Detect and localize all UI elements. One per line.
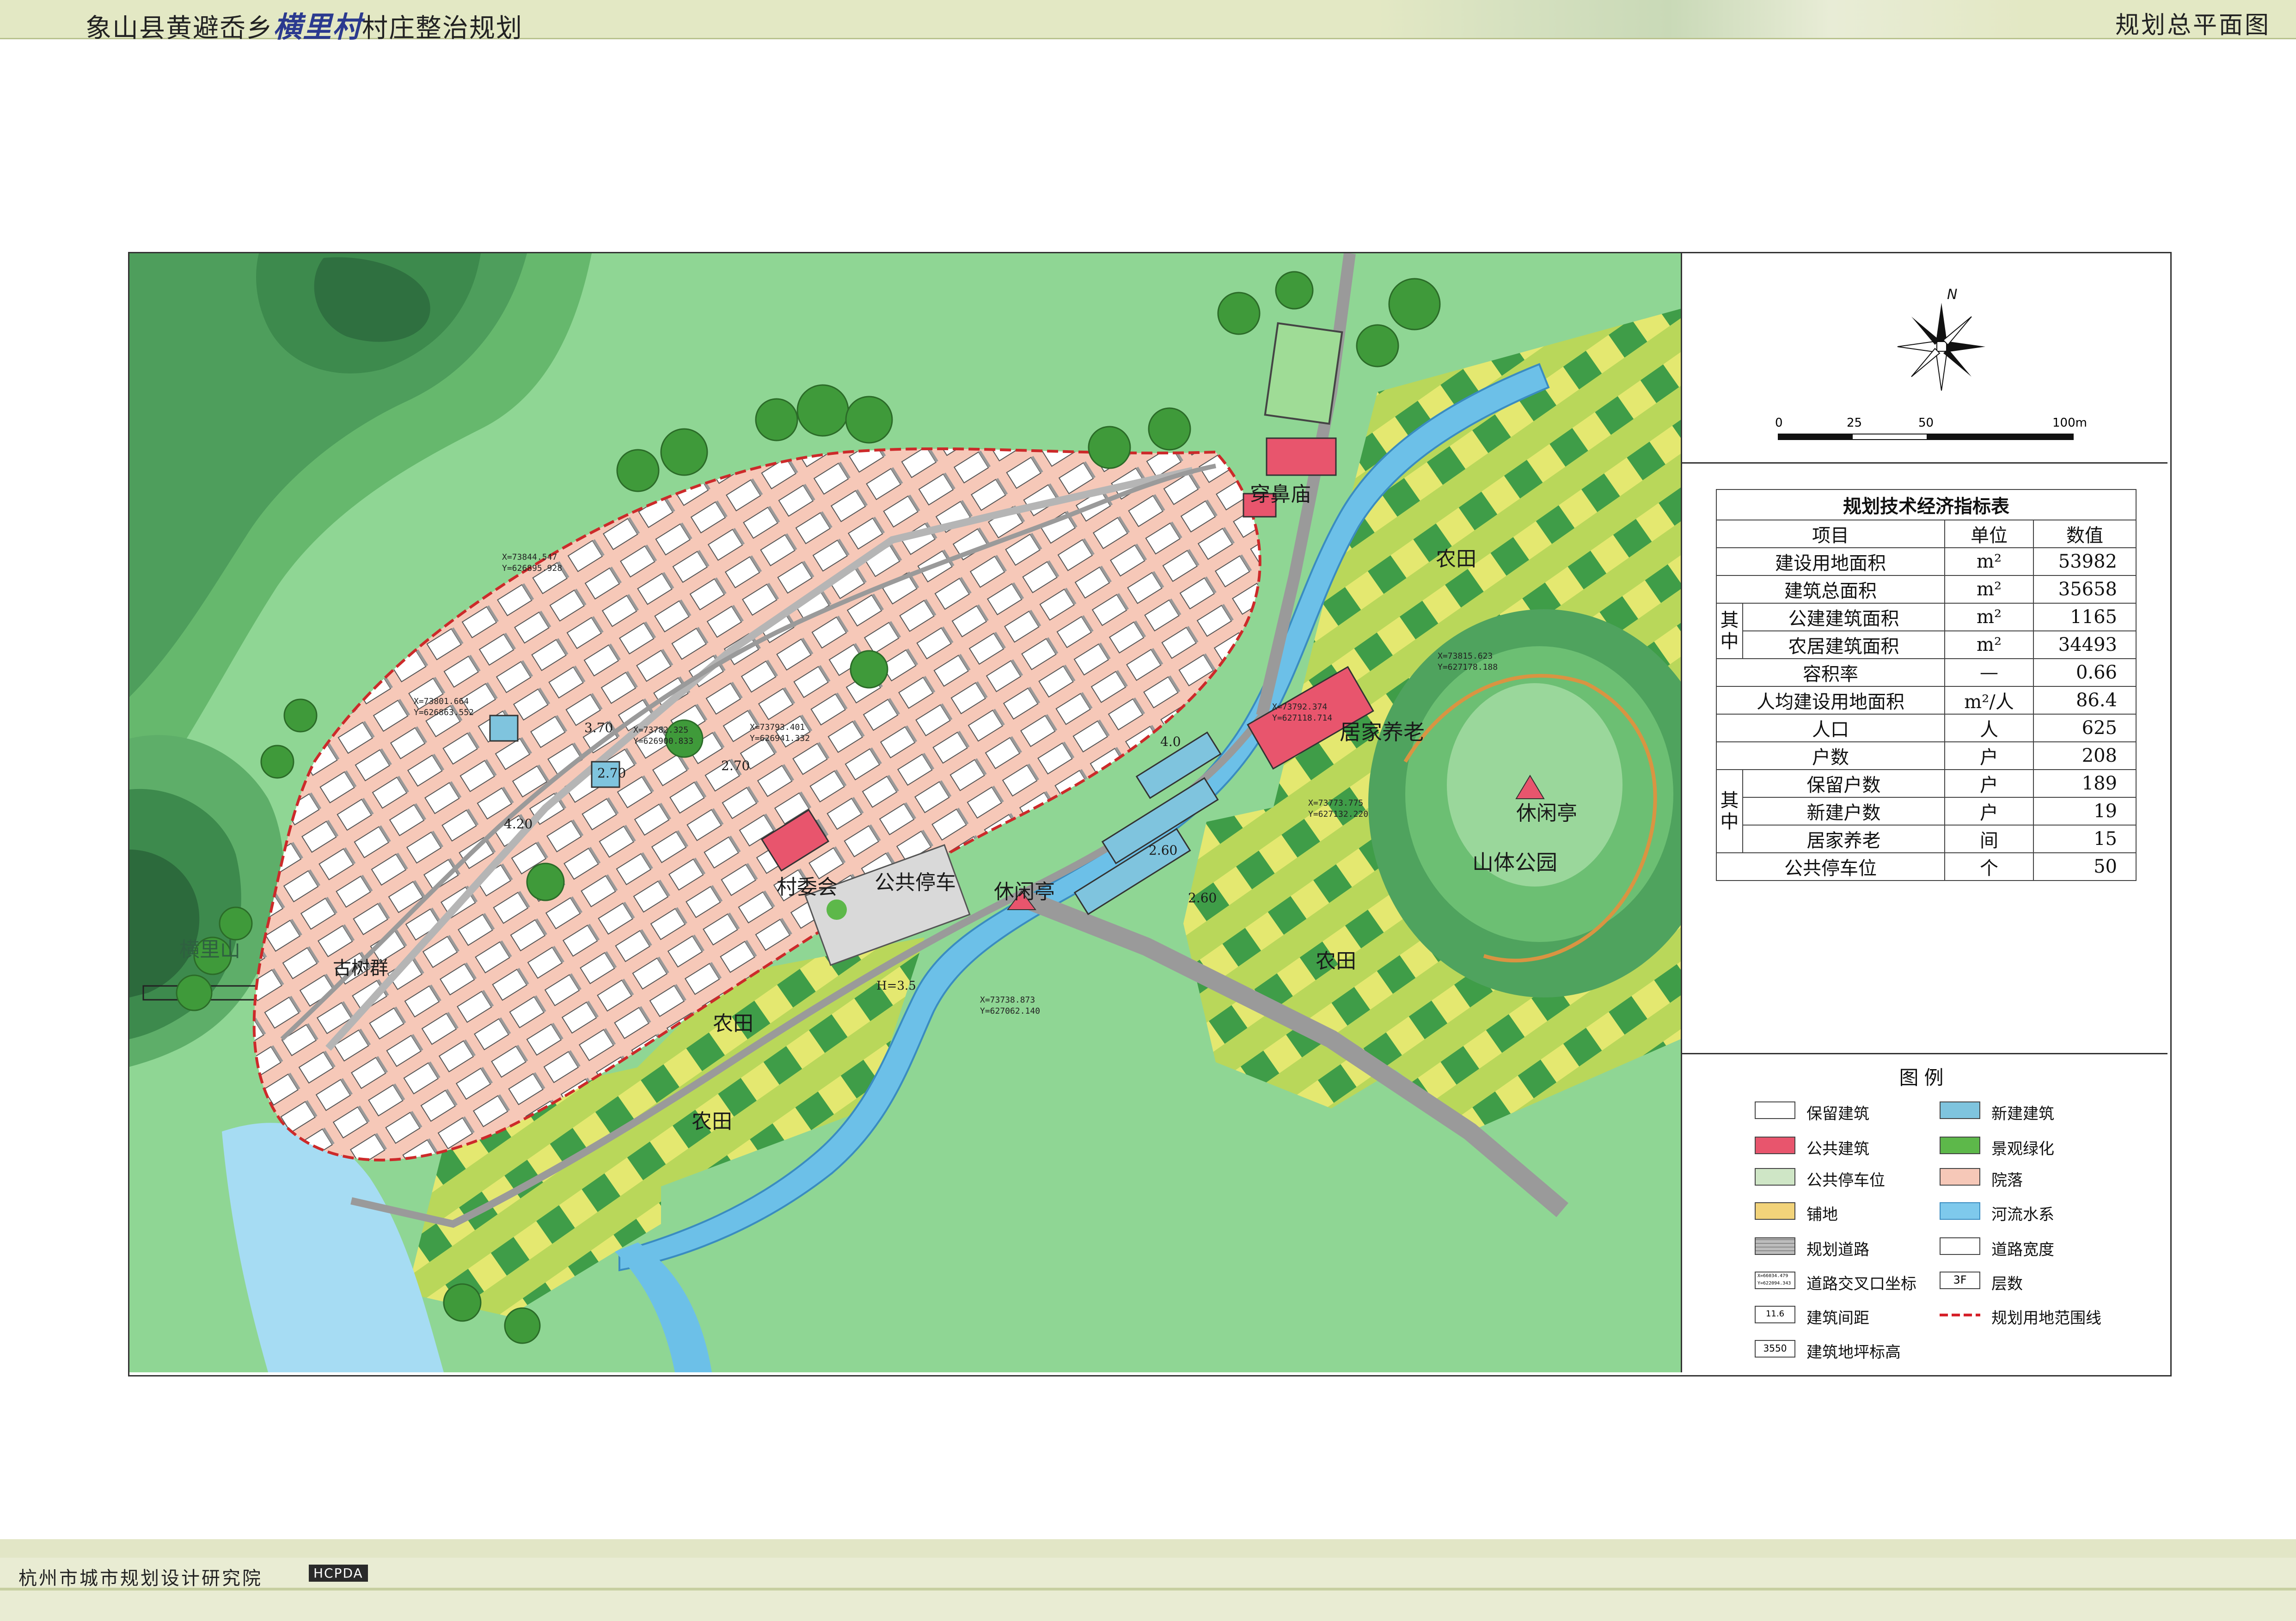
legend: 图例 保留建筑 新建建筑 公共建筑 景观绿化 公共停车位 院落 铺地 河流水系 … xyxy=(1681,1053,2167,1372)
coord-6: X=73792.374 Y=627118.714 xyxy=(1272,702,1333,723)
table-row: 公共停车位个 50 xyxy=(1716,852,2137,881)
table-row: 居家养老间 15 xyxy=(1716,825,2137,853)
sports-field xyxy=(1264,322,1343,425)
label-elderly-care: 居家养老 xyxy=(1340,720,1425,745)
footer-line xyxy=(0,1588,2296,1590)
plaza-tree xyxy=(827,899,847,920)
label-temple: 穿鼻庙 xyxy=(1250,483,1311,506)
coord-8: X=73738.873 Y=627062.140 xyxy=(980,995,1041,1016)
coord-4: X=73793.401 Y=626941.332 xyxy=(750,722,810,743)
table-row: 户数户 208 xyxy=(1716,741,2137,770)
col-item: 项目 xyxy=(1716,520,1945,548)
table-row: 新建户数户 19 xyxy=(1716,797,2137,826)
label-pavilion-2: 休闲亭 xyxy=(1516,801,1577,825)
table-row: 人口人 625 xyxy=(1716,714,2137,742)
table-row: 其中 公建建筑面积 m² 1165 xyxy=(1716,603,2137,659)
site-plan-map: 横里山 古树群 村委会 公共停车 休闲亭 穿鼻庙 居家养老 休闲亭 山体公园 农… xyxy=(129,253,1681,1372)
table-row: 其中 保留户数户 189 xyxy=(1716,769,2137,853)
table-row: 农居建筑面积 m² 34493 xyxy=(1716,630,2137,659)
coord-1: X=73844.547 Y=626895.928 xyxy=(502,552,563,573)
coord-5: X=73815.623 Y=627178.188 xyxy=(1438,651,1498,672)
compass-north-label: N xyxy=(1947,287,1958,303)
group-label-2: 其中 xyxy=(1716,769,1743,853)
drawing-title: 象山县黄避岙乡横里村村庄整治规划 xyxy=(86,4,523,45)
title-prefix: 象山县黄避岙乡 xyxy=(86,13,273,43)
sheet-name: 规划总平面图 xyxy=(2115,12,2271,39)
footer-bar: 杭州市城市规划设计研究院 HCPDA xyxy=(0,1539,2296,1621)
label-village-committee: 村委会 xyxy=(777,875,838,899)
legend-title: 图例 xyxy=(1899,1066,1949,1089)
scale-tick-100: 100m xyxy=(2052,416,2087,430)
label-farmland-1: 农田 xyxy=(1436,547,1476,571)
sheet-name-box: 规划总平面图 xyxy=(2025,0,2296,39)
label-ancient-trees: 古树群 xyxy=(333,958,388,979)
label-mountain-park: 山体公园 xyxy=(1472,850,1557,875)
title-suffix: 村庄整治规划 xyxy=(362,13,523,43)
col-unit: 单位 xyxy=(1944,520,2034,548)
footer-band xyxy=(0,1539,2296,1558)
title-village: 横里村 xyxy=(273,10,362,44)
table-row: 人均建设用地面积 m²/人 86.4 xyxy=(1716,686,2137,715)
label-henglishan: 横里山 xyxy=(179,938,240,961)
panel-divider-1 xyxy=(1681,462,2167,464)
label-public-parking: 公共停车 xyxy=(875,871,956,894)
label-bridge: H=3.5 xyxy=(876,979,916,993)
temple-building xyxy=(1266,437,1337,476)
coord-7: X=73773.775 Y=627132.220 xyxy=(1308,798,1369,819)
coord-3: X=73782.325 Y=626900.833 xyxy=(633,725,694,746)
label-road-width-4: 3.70 xyxy=(584,720,613,735)
header-bar: 象山县黄避岙乡横里村村庄整治规划 规划总平面图 xyxy=(0,0,2296,44)
scale-tick-25: 25 xyxy=(1847,416,1862,430)
organization-logo: HCPDA xyxy=(309,1565,368,1582)
label-farmland-4: 农田 xyxy=(692,1110,732,1133)
organization-name: 杭州市城市规划设计研究院 xyxy=(18,1568,263,1589)
col-value: 数值 xyxy=(2033,520,2137,548)
new-building-west xyxy=(489,715,519,742)
compass-rose-icon xyxy=(1897,303,1985,391)
label-road-width-3: 2.60 xyxy=(1188,890,1217,905)
label-road-width-2: 2.60 xyxy=(1149,843,1178,858)
site-plan-svg xyxy=(129,253,1681,1372)
label-road-width-5: 2.70 xyxy=(597,765,626,781)
scale-bar: 0 25 50 100m xyxy=(1775,416,2087,453)
coord-2: X=73801.664 Y=626863.552 xyxy=(414,697,474,717)
scale-bar-frame xyxy=(1778,434,2074,440)
label-road-width-7: 4.20 xyxy=(504,816,533,832)
group-label-1: 其中 xyxy=(1716,603,1743,659)
label-road-width-1: 4.0 xyxy=(1160,734,1181,749)
north-compass: N xyxy=(1891,287,1992,398)
label-pavilion-1: 休闲亭 xyxy=(994,880,1055,904)
header-landscape-strip xyxy=(1378,0,2025,38)
label-farmland-2: 农田 xyxy=(1316,949,1356,973)
table-row: 建设用地面积 m² 53982 xyxy=(1716,547,2137,576)
table-row: 建筑总面积 m² 35658 xyxy=(1716,575,2137,604)
label-road-width-6: 2.70 xyxy=(721,758,750,773)
table-row: 容积率 —0.66 xyxy=(1716,658,2137,687)
scale-tick-50: 50 xyxy=(1918,416,1934,430)
label-farmland-3: 农田 xyxy=(713,1012,753,1035)
indicator-table-title: 规划技术经济指标表 xyxy=(1716,489,2137,520)
scale-tick-0: 0 xyxy=(1775,416,1783,430)
indicator-table: 规划技术经济指标表 项目 单位 数值 建设用地面积 m² 53982 建筑总面积 m²… xyxy=(1716,489,2137,881)
